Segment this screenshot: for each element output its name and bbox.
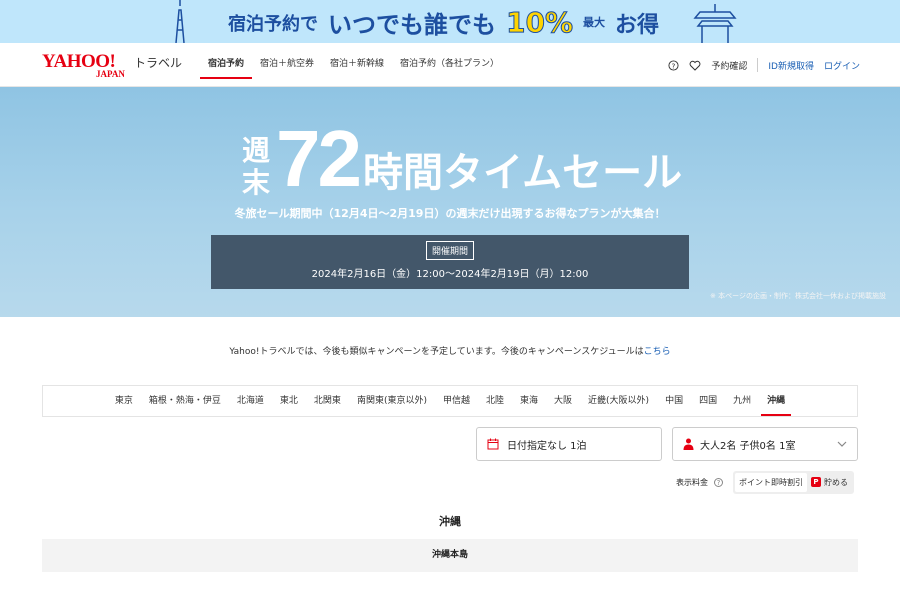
tab-shikoku[interactable]: 四国 [691, 386, 725, 416]
nav-item-stay[interactable]: 宿泊予約 [200, 43, 253, 87]
promo-text-1: 宿泊予約で [228, 13, 318, 35]
notice-text: Yahoo!トラベルでは、今後も類似キャンペーンを予定しています。今後のキャンペ… [229, 347, 644, 357]
tower-icon [175, 0, 185, 43]
tab-kyushu[interactable]: 九州 [725, 386, 759, 416]
tab-tokyo[interactable]: 東京 [107, 386, 141, 416]
area-title: 沖縄 [439, 515, 461, 528]
favorite-heart-icon[interactable] [689, 59, 701, 71]
promo-text-4: お得 [615, 12, 660, 38]
subarea-header[interactable]: 沖縄本島 [42, 539, 858, 572]
save-points-option[interactable]: P 貯める [807, 473, 852, 492]
tab-minamikanto[interactable]: 南関東(東京以外) [349, 386, 435, 416]
period-dates: 2024年2月16日（金）12:00～2024年2月19日（月）12:00 [311, 269, 589, 280]
tab-hokuriku[interactable]: 北陸 [478, 386, 512, 416]
date-selector[interactable]: 日付指定なし 1泊 [476, 427, 662, 461]
promo-percent: 10% [505, 6, 574, 40]
register-link[interactable]: ID新規取得 [768, 59, 814, 72]
price-toggle: ポイント即時割引 P 貯める [733, 470, 854, 494]
instant-discount-option[interactable]: ポイント即時割引 [735, 472, 807, 492]
divider [757, 58, 759, 72]
hero-note: ※ 本ページの企画・制作：株式会社一休および掲載施設 [710, 292, 886, 300]
nav-item-stay-shinkansen[interactable]: 宿泊＋新幹線 [322, 43, 392, 87]
reservation-check-link[interactable]: 予約確認 [711, 59, 747, 72]
save-points-label: 貯める [824, 477, 848, 487]
help-icon[interactable]: ? [667, 59, 679, 71]
tab-okinawa[interactable]: 沖縄 [759, 386, 793, 416]
region-tabs: 東京 箱根・熱海・伊豆 北海道 東北 北関東 南関東(東京以外) 甲信越 北陸 … [42, 385, 858, 417]
hero-banner: 週末 72 時間タイムセール 冬旅セール期間中（12月4日～2月19日）の週末だ… [0, 87, 900, 317]
site-header: YAHOO! JAPAN トラベル 宿泊予約 宿泊＋航空券 宿泊＋新幹線 宿泊予… [0, 43, 900, 87]
tab-kinki[interactable]: 近畿(大阪以外) [580, 386, 657, 416]
login-link[interactable]: ログイン [824, 59, 860, 72]
nav-item-stay-flight[interactable]: 宿泊＋航空券 [252, 43, 322, 87]
guests-selector[interactable]: 大人2名 子供0名 1室 [672, 427, 858, 461]
header-actions: ? 予約確認 ID新規取得 ログイン [667, 43, 860, 87]
hero-hours: 72 [276, 114, 362, 203]
tab-osaka[interactable]: 大阪 [546, 386, 580, 416]
period-label: 開催期間 [425, 241, 474, 260]
price-help-icon[interactable]: ? [714, 477, 723, 487]
promo-max: 最大 [583, 15, 606, 29]
guests-value: 大人2名 子供0名 1室 [700, 440, 796, 452]
instant-discount-label: ポイント即時割引 [739, 477, 803, 487]
date-value: 日付指定なし 1泊 [507, 440, 587, 452]
person-icon [683, 438, 694, 450]
tab-tohoku[interactable]: 東北 [272, 386, 306, 416]
main-nav: 宿泊予約 宿泊＋航空券 宿泊＋新幹線 宿泊予約（各社プラン） [200, 43, 507, 87]
hero-weekend: 週末 [241, 134, 270, 199]
temple-icon [693, 4, 737, 43]
hero-subtitle: 冬旅セール期間中（12月4日～2月19日）の週末だけ出現するお得なプランが大集合… [234, 207, 666, 220]
tab-hakone[interactable]: 箱根・熱海・伊豆 [141, 386, 229, 416]
logo-travel: トラベル [134, 56, 183, 70]
paypay-icon: P [811, 477, 821, 487]
hero-title: 週末 72 時間タイムセール [240, 119, 682, 199]
promo-banner[interactable]: 宿泊予約で いつでも誰でも 10% 最大 お得 [0, 0, 900, 43]
price-label: 表示料金 [676, 477, 708, 487]
logo-japan: JAPAN [96, 69, 125, 79]
promo-text: 宿泊予約で いつでも誰でも 10% 最大 お得 [228, 5, 659, 40]
chevron-down-icon [837, 441, 847, 447]
tab-chugoku[interactable]: 中国 [657, 386, 691, 416]
tab-koshinetsu[interactable]: 甲信越 [435, 386, 478, 416]
campaign-notice: Yahoo!トラベルでは、今後も類似キャンペーンを予定しています。今後のキャンペ… [0, 344, 900, 357]
hero-title-rest: 時間タイムセール [362, 150, 683, 196]
tab-hokkaido[interactable]: 北海道 [229, 386, 272, 416]
tab-kitakanto[interactable]: 北関東 [306, 386, 349, 416]
price-display: 表示料金 ? ポイント即時割引 P 貯める [676, 470, 854, 494]
event-period-box: 開催期間 2024年2月16日（金）12:00～2024年2月19日（月）12:… [211, 235, 689, 289]
svg-text:?: ? [671, 61, 675, 70]
promo-text-2: いつでも誰でも [328, 11, 496, 39]
nav-item-stay-partner[interactable]: 宿泊予約（各社プラン） [392, 43, 507, 87]
calendar-icon [487, 438, 499, 450]
logo[interactable]: YAHOO! JAPAN トラベル [42, 51, 192, 81]
tab-tokai[interactable]: 東海 [512, 386, 546, 416]
schedule-link[interactable]: こちら [644, 347, 671, 357]
